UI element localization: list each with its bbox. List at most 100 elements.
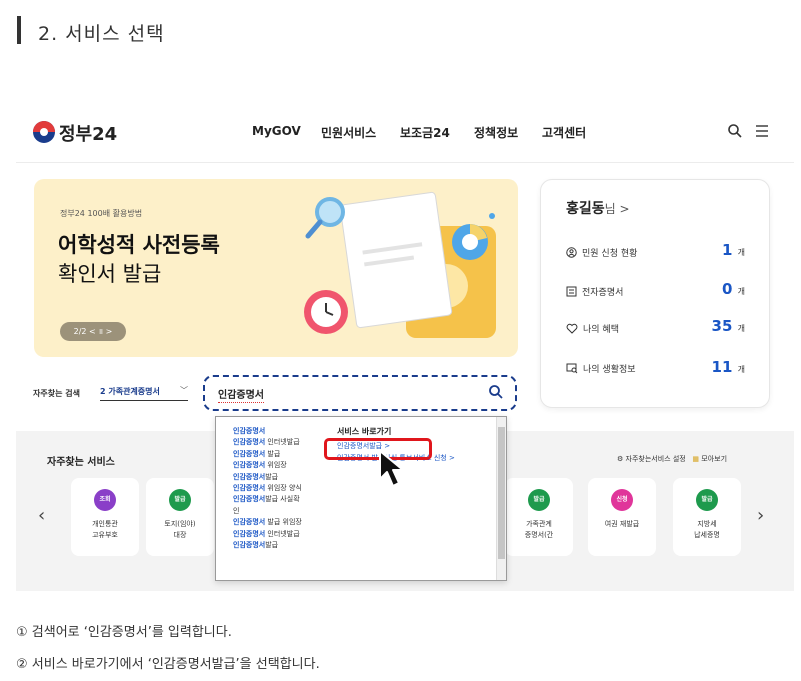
search-submit-icon[interactable] <box>488 384 504 400</box>
suggestion-item[interactable]: 인감증명서 위임장 양식 <box>233 483 321 494</box>
suggestion-rest: 발급 <box>265 449 281 458</box>
frequent-services-tools: ⚙ 자주찾는서비스 설정 ▦ 모아보기 <box>617 454 727 464</box>
banner-illustration-icon <box>304 191 496 338</box>
search-icon[interactable] <box>727 123 743 139</box>
logo-text[interactable]: 정부24 <box>59 120 117 146</box>
suggestion-match: 인감증명서 <box>233 484 266 493</box>
section-bar <box>17 16 21 44</box>
user-name-suffix: 님 > <box>604 202 630 216</box>
count-unit: 개 <box>737 248 745 257</box>
user-row-label: 전자증명서 <box>582 288 624 298</box>
service-tile[interactable]: 발급 토지(임야) 대장 <box>146 478 214 556</box>
nav-mygov[interactable]: MyGOV <box>252 124 301 138</box>
service-shortcuts-header: 서비스 바로가기 <box>337 427 392 436</box>
service-tile-label: 가족관계 증명서(간 <box>524 520 554 539</box>
suggestion-rest: 인 <box>233 506 240 515</box>
count-unit: 개 <box>737 365 745 374</box>
user-row-label: 나의 혜택 <box>583 325 619 335</box>
badge-icon: 조회 <box>94 489 116 511</box>
frequent-search-value: 2 가족관계증명서 <box>100 387 160 396</box>
frequent-search-select[interactable]: 2 가족관계증명서 ﹀ <box>100 386 188 401</box>
document-icon <box>566 286 577 297</box>
count-value: 11 <box>711 358 733 376</box>
logo-emblem-icon[interactable] <box>33 121 55 143</box>
suggestion-item[interactable]: 인감증명서 인터넷발급 <box>233 437 321 448</box>
service-tile-label: 지방세 납세증명 <box>694 520 720 539</box>
suggestion-list: 인감증명서 인감증명서 인터넷발급 인감증명서 발급 인감증명서 위임장 인감증… <box>233 426 321 551</box>
service-tile[interactable]: 신청 여권 재발급 <box>588 478 656 556</box>
suggestion-match: 인감증명서 <box>233 529 266 538</box>
service-tile[interactable]: 조회 개인통관 고유부호 <box>71 478 139 556</box>
service-tile[interactable]: 발급 가족관계 증명서(간 <box>505 478 573 556</box>
badge-icon: 발급 <box>696 489 718 511</box>
suggestion-rest: 인터넷발급 <box>265 529 300 538</box>
suggestion-item[interactable]: 인감증명서발급 <box>233 540 321 551</box>
suggestion-match: 인감증명서 <box>233 495 266 504</box>
carousel-prev-icon[interactable]: ‹ <box>38 505 45 526</box>
suggestion-item[interactable]: 인감증명서발급 <box>233 472 321 483</box>
window-search-icon <box>566 363 578 374</box>
view-all-link[interactable]: 모아보기 <box>701 455 727 463</box>
grid-icon[interactable]: ▦ <box>692 455 699 463</box>
instruction-step-2: ② 서비스 바로가기에서 ‘인감증명서발급’을 선택합니다. <box>16 657 320 672</box>
user-row-count[interactable]: 11 개 <box>700 358 745 376</box>
user-row-e-certificates[interactable]: 전자증명서 <box>566 285 623 298</box>
frequent-settings-link[interactable]: 자주찾는서비스 설정 <box>626 455 686 463</box>
gear-icon[interactable]: ⚙ <box>617 455 623 463</box>
scrollbar-thumb[interactable] <box>498 427 505 559</box>
service-tile-label: 토지(임야) 대장 <box>164 520 196 539</box>
nav-policy[interactable]: 정책정보 <box>474 124 518 141</box>
suggestion-item[interactable]: 인감증명서 위임장 <box>233 460 321 471</box>
count-unit: 개 <box>737 287 745 296</box>
banner-title: 어학성적 사전등록 확인서 발급 <box>58 231 220 289</box>
user-row-applications[interactable]: 민원 신청 현황 <box>566 246 637 259</box>
banner-title-line1: 어학성적 사전등록 <box>58 233 220 257</box>
user-name-link[interactable]: 홍길동님 > <box>566 198 630 218</box>
suggestion-item[interactable]: 인감증명서 <box>233 426 321 437</box>
user-row-count[interactable]: 0 개 <box>700 280 745 298</box>
suggestion-match: 인감증명서 <box>233 427 266 435</box>
suggestion-rest: 인터넷발급 <box>265 438 300 447</box>
section-title: 2. 서비스 선택 <box>38 23 165 45</box>
mouse-cursor-icon <box>379 450 404 487</box>
banner-title-line2: 확인서 발급 <box>58 262 162 286</box>
nav-subsidy[interactable]: 보조금24 <box>400 124 450 141</box>
carousel-next-icon[interactable]: › <box>757 505 764 526</box>
count-value: 35 <box>711 317 733 335</box>
nav-civil-service[interactable]: 민원서비스 <box>321 124 376 141</box>
suggestion-item[interactable]: 인감증명서 인터넷발급 <box>233 529 321 540</box>
service-tile[interactable]: 발급 지방세 납세증명 <box>673 478 741 556</box>
search-input-value[interactable]: 인감증명서 <box>218 386 264 403</box>
service-tile-label: 개인통관 고유부호 <box>92 520 118 539</box>
suggestion-item[interactable]: 인감증명서 발급 위임장 <box>233 517 321 528</box>
suggestion-rest: 발급 <box>265 472 279 481</box>
nav-customer-center[interactable]: 고객센터 <box>542 124 586 141</box>
suggestion-rest: 위임장 <box>265 461 287 470</box>
menu-icon[interactable] <box>755 124 769 138</box>
suggestion-rest: 위임장 양식 <box>265 484 302 493</box>
dropdown-scrollbar[interactable] <box>496 417 506 580</box>
badge-icon: 신청 <box>611 489 633 511</box>
header-divider <box>16 162 794 163</box>
instruction-step-1: ① 검색어로 ‘인감증명서’를 입력합니다. <box>16 625 232 640</box>
user-name: 홍길동 <box>566 201 605 217</box>
banner-subtitle: 정부24 100배 활용방법 <box>60 209 143 218</box>
suggestion-match: 인감증명서 <box>233 449 266 458</box>
page: 2. 서비스 선택 정부24 MyGOV 민원서비스 보조금24 정책정보 고객… <box>0 0 801 681</box>
user-row-benefits[interactable]: 나의 혜택 <box>566 322 619 335</box>
suggestion-item-cont[interactable]: 인 <box>233 506 321 517</box>
suggestion-item[interactable]: 인감증명서발급 사실확 <box>233 494 321 505</box>
user-row-count[interactable]: 35 개 <box>700 317 745 335</box>
user-row-count[interactable]: 1 개 <box>700 241 745 259</box>
banner-pager[interactable]: 2/2 < ॥ > <box>60 322 126 341</box>
badge-icon: 발급 <box>528 489 550 511</box>
suggestion-rest: 발급 사실확 <box>265 495 300 504</box>
search-suggestion-dropdown: 인감증명서 인감증명서 인터넷발급 인감증명서 발급 인감증명서 위임장 인감증… <box>215 416 507 581</box>
count-value: 0 <box>721 280 733 298</box>
service-tile-label: 여권 재발급 <box>604 520 640 528</box>
frequent-services-title: 자주찾는 서비스 <box>47 457 115 468</box>
user-row-life-info[interactable]: 나의 생활정보 <box>566 362 636 375</box>
suggestion-item[interactable]: 인감증명서 발급 <box>233 449 321 460</box>
count-unit: 개 <box>737 324 745 333</box>
heart-icon <box>566 323 578 334</box>
